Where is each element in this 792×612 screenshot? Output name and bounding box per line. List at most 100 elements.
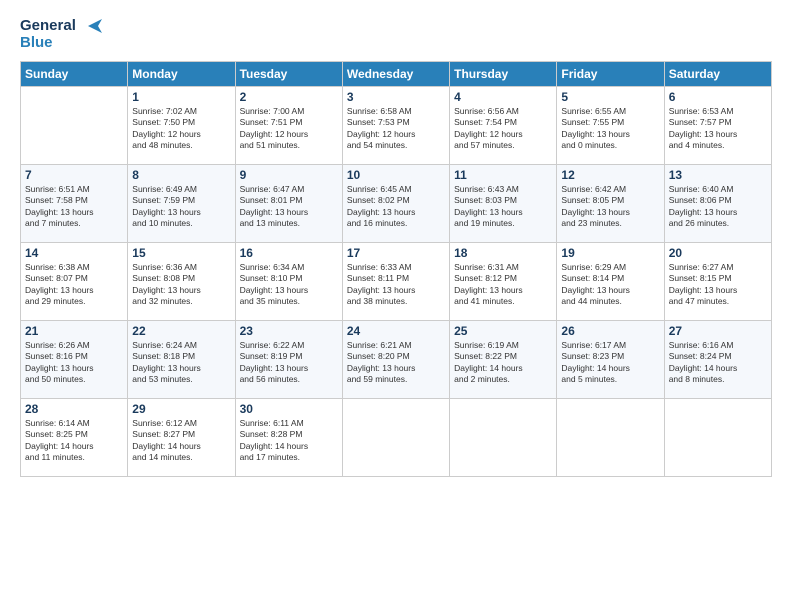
day-info: Sunrise: 6:38 AM Sunset: 8:07 PM Dayligh… [25, 262, 123, 308]
logo-general: General [20, 18, 102, 35]
day-cell: 19Sunrise: 6:29 AM Sunset: 8:14 PM Dayli… [557, 243, 664, 321]
day-info: Sunrise: 6:34 AM Sunset: 8:10 PM Dayligh… [240, 262, 338, 308]
day-info: Sunrise: 6:58 AM Sunset: 7:53 PM Dayligh… [347, 106, 445, 152]
day-number: 4 [454, 90, 552, 104]
day-number: 17 [347, 246, 445, 260]
day-cell [557, 399, 664, 477]
calendar-table: SundayMondayTuesdayWednesdayThursdayFrid… [20, 61, 772, 477]
day-info: Sunrise: 6:17 AM Sunset: 8:23 PM Dayligh… [561, 340, 659, 386]
day-number: 15 [132, 246, 230, 260]
day-cell: 28 Sunrise: 6:14 AM Sunset: 8:25 PM Dayli… [21, 399, 128, 477]
day-cell: 23 Sunrise: 6:22 AM Sunset: 8:19 PM Dayli… [235, 321, 342, 399]
day-number: 9 [240, 168, 338, 182]
day-number: 21 [25, 324, 123, 338]
day-cell: 1 Sunrise: 7:02 AM Sunset: 7:50 PM Daylig… [128, 87, 235, 165]
day-cell: 7 Sunrise: 6:51 AM Sunset: 7:58 PM Daylig… [21, 165, 128, 243]
day-cell: 12 Sunrise: 6:42 AM Sunset: 8:05 PM Dayli… [557, 165, 664, 243]
day-cell: 16 Sunrise: 6:34 AM Sunset: 8:10 PM Dayli… [235, 243, 342, 321]
day-number: 8 [132, 168, 230, 182]
day-cell: 2Sunrise: 7:00 AM Sunset: 7:51 PM Daylig… [235, 87, 342, 165]
header-row: SundayMondayTuesdayWednesdayThursdayFrid… [21, 62, 772, 87]
header-friday: Friday [557, 62, 664, 87]
week-row-2: 7 Sunrise: 6:51 AM Sunset: 7:58 PM Daylig… [21, 165, 772, 243]
day-cell: 4 Sunrise: 6:56 AM Sunset: 7:54 PM Daylig… [450, 87, 557, 165]
day-number: 22 [132, 324, 230, 338]
day-cell: 5Sunrise: 6:55 AM Sunset: 7:55 PM Daylig… [557, 87, 664, 165]
day-cell: 9 Sunrise: 6:47 AM Sunset: 8:01 PM Daylig… [235, 165, 342, 243]
day-info: Sunrise: 6:21 AM Sunset: 8:20 PM Dayligh… [347, 340, 445, 386]
day-cell: 30 Sunrise: 6:11 AM Sunset: 8:28 PM Dayli… [235, 399, 342, 477]
day-number: 13 [669, 168, 767, 182]
day-cell [342, 399, 449, 477]
header-tuesday: Tuesday [235, 62, 342, 87]
logo-bird-icon [80, 19, 102, 33]
week-row-1: 1 Sunrise: 7:02 AM Sunset: 7:50 PM Daylig… [21, 87, 772, 165]
logo: General Blue [20, 18, 102, 51]
day-info: Sunrise: 6:11 AM Sunset: 8:28 PM Dayligh… [240, 418, 338, 464]
day-number: 24 [347, 324, 445, 338]
day-number: 7 [25, 168, 123, 182]
day-info: Sunrise: 6:31 AM Sunset: 8:12 PM Dayligh… [454, 262, 552, 308]
header-saturday: Saturday [664, 62, 771, 87]
day-info: Sunrise: 7:02 AM Sunset: 7:50 PM Dayligh… [132, 106, 230, 152]
header-monday: Monday [128, 62, 235, 87]
day-info: Sunrise: 7:00 AM Sunset: 7:51 PM Dayligh… [240, 106, 338, 152]
day-cell: 22 Sunrise: 6:24 AM Sunset: 8:18 PM Dayli… [128, 321, 235, 399]
day-cell [664, 399, 771, 477]
day-cell: 15 Sunrise: 6:36 AM Sunset: 8:08 PM Dayli… [128, 243, 235, 321]
logo-blue: Blue [20, 35, 102, 52]
day-number: 27 [669, 324, 767, 338]
day-cell: 18 Sunrise: 6:31 AM Sunset: 8:12 PM Dayli… [450, 243, 557, 321]
day-cell: 10 Sunrise: 6:45 AM Sunset: 8:02 PM Dayli… [342, 165, 449, 243]
day-number: 5 [561, 90, 659, 104]
day-number: 18 [454, 246, 552, 260]
day-info: Sunrise: 6:47 AM Sunset: 8:01 PM Dayligh… [240, 184, 338, 230]
day-cell [21, 87, 128, 165]
logo-text: General Blue [20, 18, 102, 51]
day-info: Sunrise: 6:45 AM Sunset: 8:02 PM Dayligh… [347, 184, 445, 230]
day-info: Sunrise: 6:43 AM Sunset: 8:03 PM Dayligh… [454, 184, 552, 230]
day-number: 30 [240, 402, 338, 416]
day-info: Sunrise: 6:22 AM Sunset: 8:19 PM Dayligh… [240, 340, 338, 386]
day-number: 20 [669, 246, 767, 260]
day-number: 10 [347, 168, 445, 182]
day-cell: 27 Sunrise: 6:16 AM Sunset: 8:24 PM Dayli… [664, 321, 771, 399]
day-number: 26 [561, 324, 659, 338]
day-info: Sunrise: 6:56 AM Sunset: 7:54 PM Dayligh… [454, 106, 552, 152]
day-info: Sunrise: 6:42 AM Sunset: 8:05 PM Dayligh… [561, 184, 659, 230]
day-info: Sunrise: 6:16 AM Sunset: 8:24 PM Dayligh… [669, 340, 767, 386]
day-info: Sunrise: 6:14 AM Sunset: 8:25 PM Dayligh… [25, 418, 123, 464]
day-number: 6 [669, 90, 767, 104]
day-info: Sunrise: 6:49 AM Sunset: 7:59 PM Dayligh… [132, 184, 230, 230]
day-number: 28 [25, 402, 123, 416]
day-cell: 29Sunrise: 6:12 AM Sunset: 8:27 PM Dayli… [128, 399, 235, 477]
day-cell: 3 Sunrise: 6:58 AM Sunset: 7:53 PM Daylig… [342, 87, 449, 165]
day-cell: 14 Sunrise: 6:38 AM Sunset: 8:07 PM Dayli… [21, 243, 128, 321]
day-cell: 8 Sunrise: 6:49 AM Sunset: 7:59 PM Daylig… [128, 165, 235, 243]
week-row-4: 21 Sunrise: 6:26 AM Sunset: 8:16 PM Dayli… [21, 321, 772, 399]
day-number: 12 [561, 168, 659, 182]
day-info: Sunrise: 6:26 AM Sunset: 8:16 PM Dayligh… [25, 340, 123, 386]
day-cell: 24 Sunrise: 6:21 AM Sunset: 8:20 PM Dayli… [342, 321, 449, 399]
header-thursday: Thursday [450, 62, 557, 87]
week-row-3: 14 Sunrise: 6:38 AM Sunset: 8:07 PM Dayli… [21, 243, 772, 321]
day-info: Sunrise: 6:29 AM Sunset: 8:14 PM Dayligh… [561, 262, 659, 308]
day-info: Sunrise: 6:19 AM Sunset: 8:22 PM Dayligh… [454, 340, 552, 386]
day-cell: 11 Sunrise: 6:43 AM Sunset: 8:03 PM Dayli… [450, 165, 557, 243]
day-info: Sunrise: 6:33 AM Sunset: 8:11 PM Dayligh… [347, 262, 445, 308]
header-sunday: Sunday [21, 62, 128, 87]
day-info: Sunrise: 6:51 AM Sunset: 7:58 PM Dayligh… [25, 184, 123, 230]
day-cell: 25Sunrise: 6:19 AM Sunset: 8:22 PM Dayli… [450, 321, 557, 399]
day-number: 16 [240, 246, 338, 260]
day-number: 3 [347, 90, 445, 104]
day-number: 23 [240, 324, 338, 338]
day-info: Sunrise: 6:36 AM Sunset: 8:08 PM Dayligh… [132, 262, 230, 308]
day-number: 14 [25, 246, 123, 260]
day-info: Sunrise: 6:24 AM Sunset: 8:18 PM Dayligh… [132, 340, 230, 386]
day-cell: 6Sunrise: 6:53 AM Sunset: 7:57 PM Daylig… [664, 87, 771, 165]
day-cell [450, 399, 557, 477]
day-info: Sunrise: 6:40 AM Sunset: 8:06 PM Dayligh… [669, 184, 767, 230]
day-number: 11 [454, 168, 552, 182]
day-number: 29 [132, 402, 230, 416]
day-number: 1 [132, 90, 230, 104]
